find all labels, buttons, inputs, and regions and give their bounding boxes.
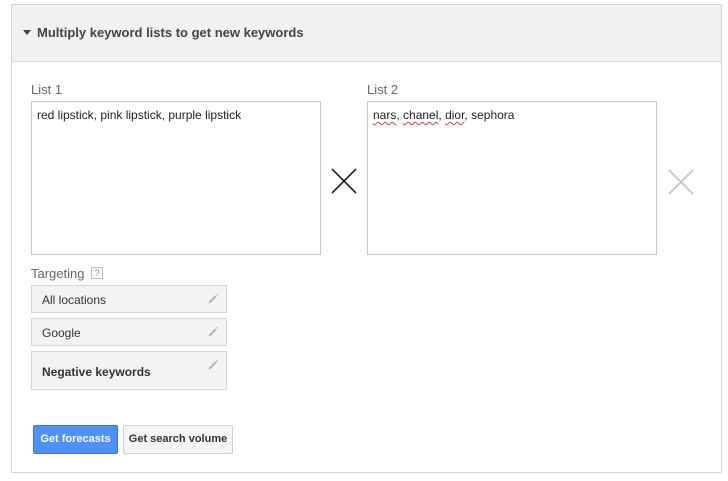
pencil-icon[interactable]: [207, 359, 219, 371]
get-search-volume-button[interactable]: Get search volume: [123, 425, 233, 454]
list-2-word: sephora: [471, 108, 515, 122]
targeting-item-label: All locations: [42, 293, 107, 307]
get-forecasts-button[interactable]: Get forecasts: [33, 425, 118, 454]
panel-header-toggle[interactable]: Multiply keyword lists to get new keywor…: [12, 5, 721, 62]
list-2-separator: ,: [396, 108, 404, 122]
list-2-word: dior: [445, 108, 465, 122]
pencil-icon[interactable]: [207, 326, 219, 338]
list-1-label: List 1: [31, 82, 63, 97]
list-2-word: nars: [373, 108, 397, 122]
list-2-textarea[interactable]: nars, chanel, dior, sephora: [367, 101, 657, 255]
list-2-label: List 2: [367, 82, 399, 97]
multiply-icon: [331, 168, 357, 194]
help-icon[interactable]: ?: [91, 267, 103, 279]
targeting-negative-keywords[interactable]: Negative keywords: [31, 351, 227, 390]
close-icon[interactable]: [667, 168, 695, 196]
panel-title: Multiply keyword lists to get new keywor…: [37, 25, 304, 40]
targeting-locations[interactable]: All locations: [31, 285, 227, 313]
targeting-item-label: Google: [42, 326, 81, 340]
targeting-item-label: Negative keywords: [42, 365, 151, 379]
list-1-textarea[interactable]: red lipstick, pink lipstick, purple lips…: [31, 101, 321, 255]
targeting-network[interactable]: Google: [31, 318, 227, 346]
caret-down-icon: [23, 30, 31, 35]
targeting-label: Targeting: [31, 266, 85, 281]
list-2-word: chanel: [403, 108, 439, 122]
list-1-text: red lipstick, pink lipstick, purple lips…: [37, 108, 242, 122]
pencil-icon[interactable]: [207, 293, 219, 305]
